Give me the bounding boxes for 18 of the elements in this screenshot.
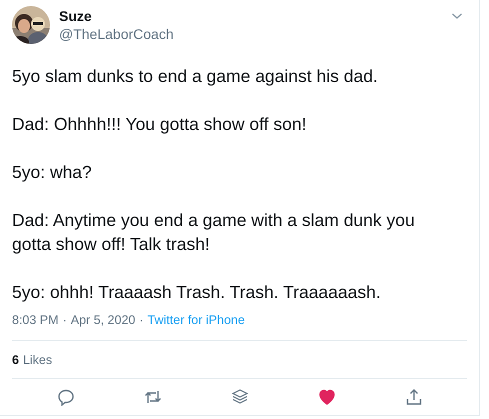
tweet-text: 5yo: wha? — [12, 161, 93, 184]
tweet-text: Dad: Anytime you end a game with a slam dunk you gotta show off! Talk trash! — [12, 209, 416, 256]
heart-icon[interactable] — [318, 388, 336, 406]
reply-icon[interactable] — [56, 388, 74, 406]
source-link[interactable]: Twitter for iPhone — [148, 313, 245, 328]
likes-label[interactable]: Likes — [22, 352, 52, 366]
share-icon[interactable] — [404, 388, 422, 406]
author-handle[interactable]: @TheLaborCoach — [59, 25, 442, 43]
tweet-text: Dad: Ohhhh!!! You gotta show off son! — [12, 113, 308, 136]
likes-count[interactable]: 6 — [12, 352, 19, 366]
tweet-date[interactable]: Apr 5, 2020 — [70, 313, 136, 328]
author-name[interactable]: Suze — [59, 7, 442, 25]
separator-dot: · — [139, 313, 144, 328]
layers-icon[interactable] — [230, 388, 248, 406]
tweet-time[interactable]: 8:03 PM — [12, 313, 59, 328]
separator-dot: · — [62, 313, 67, 328]
tweet-text: 5yo: ohhh! Traaaash Trash. Trash. Traaaaaash. — [12, 281, 382, 304]
tweet-text: 5yo slam dunks to end a game against his dad. — [12, 65, 379, 88]
